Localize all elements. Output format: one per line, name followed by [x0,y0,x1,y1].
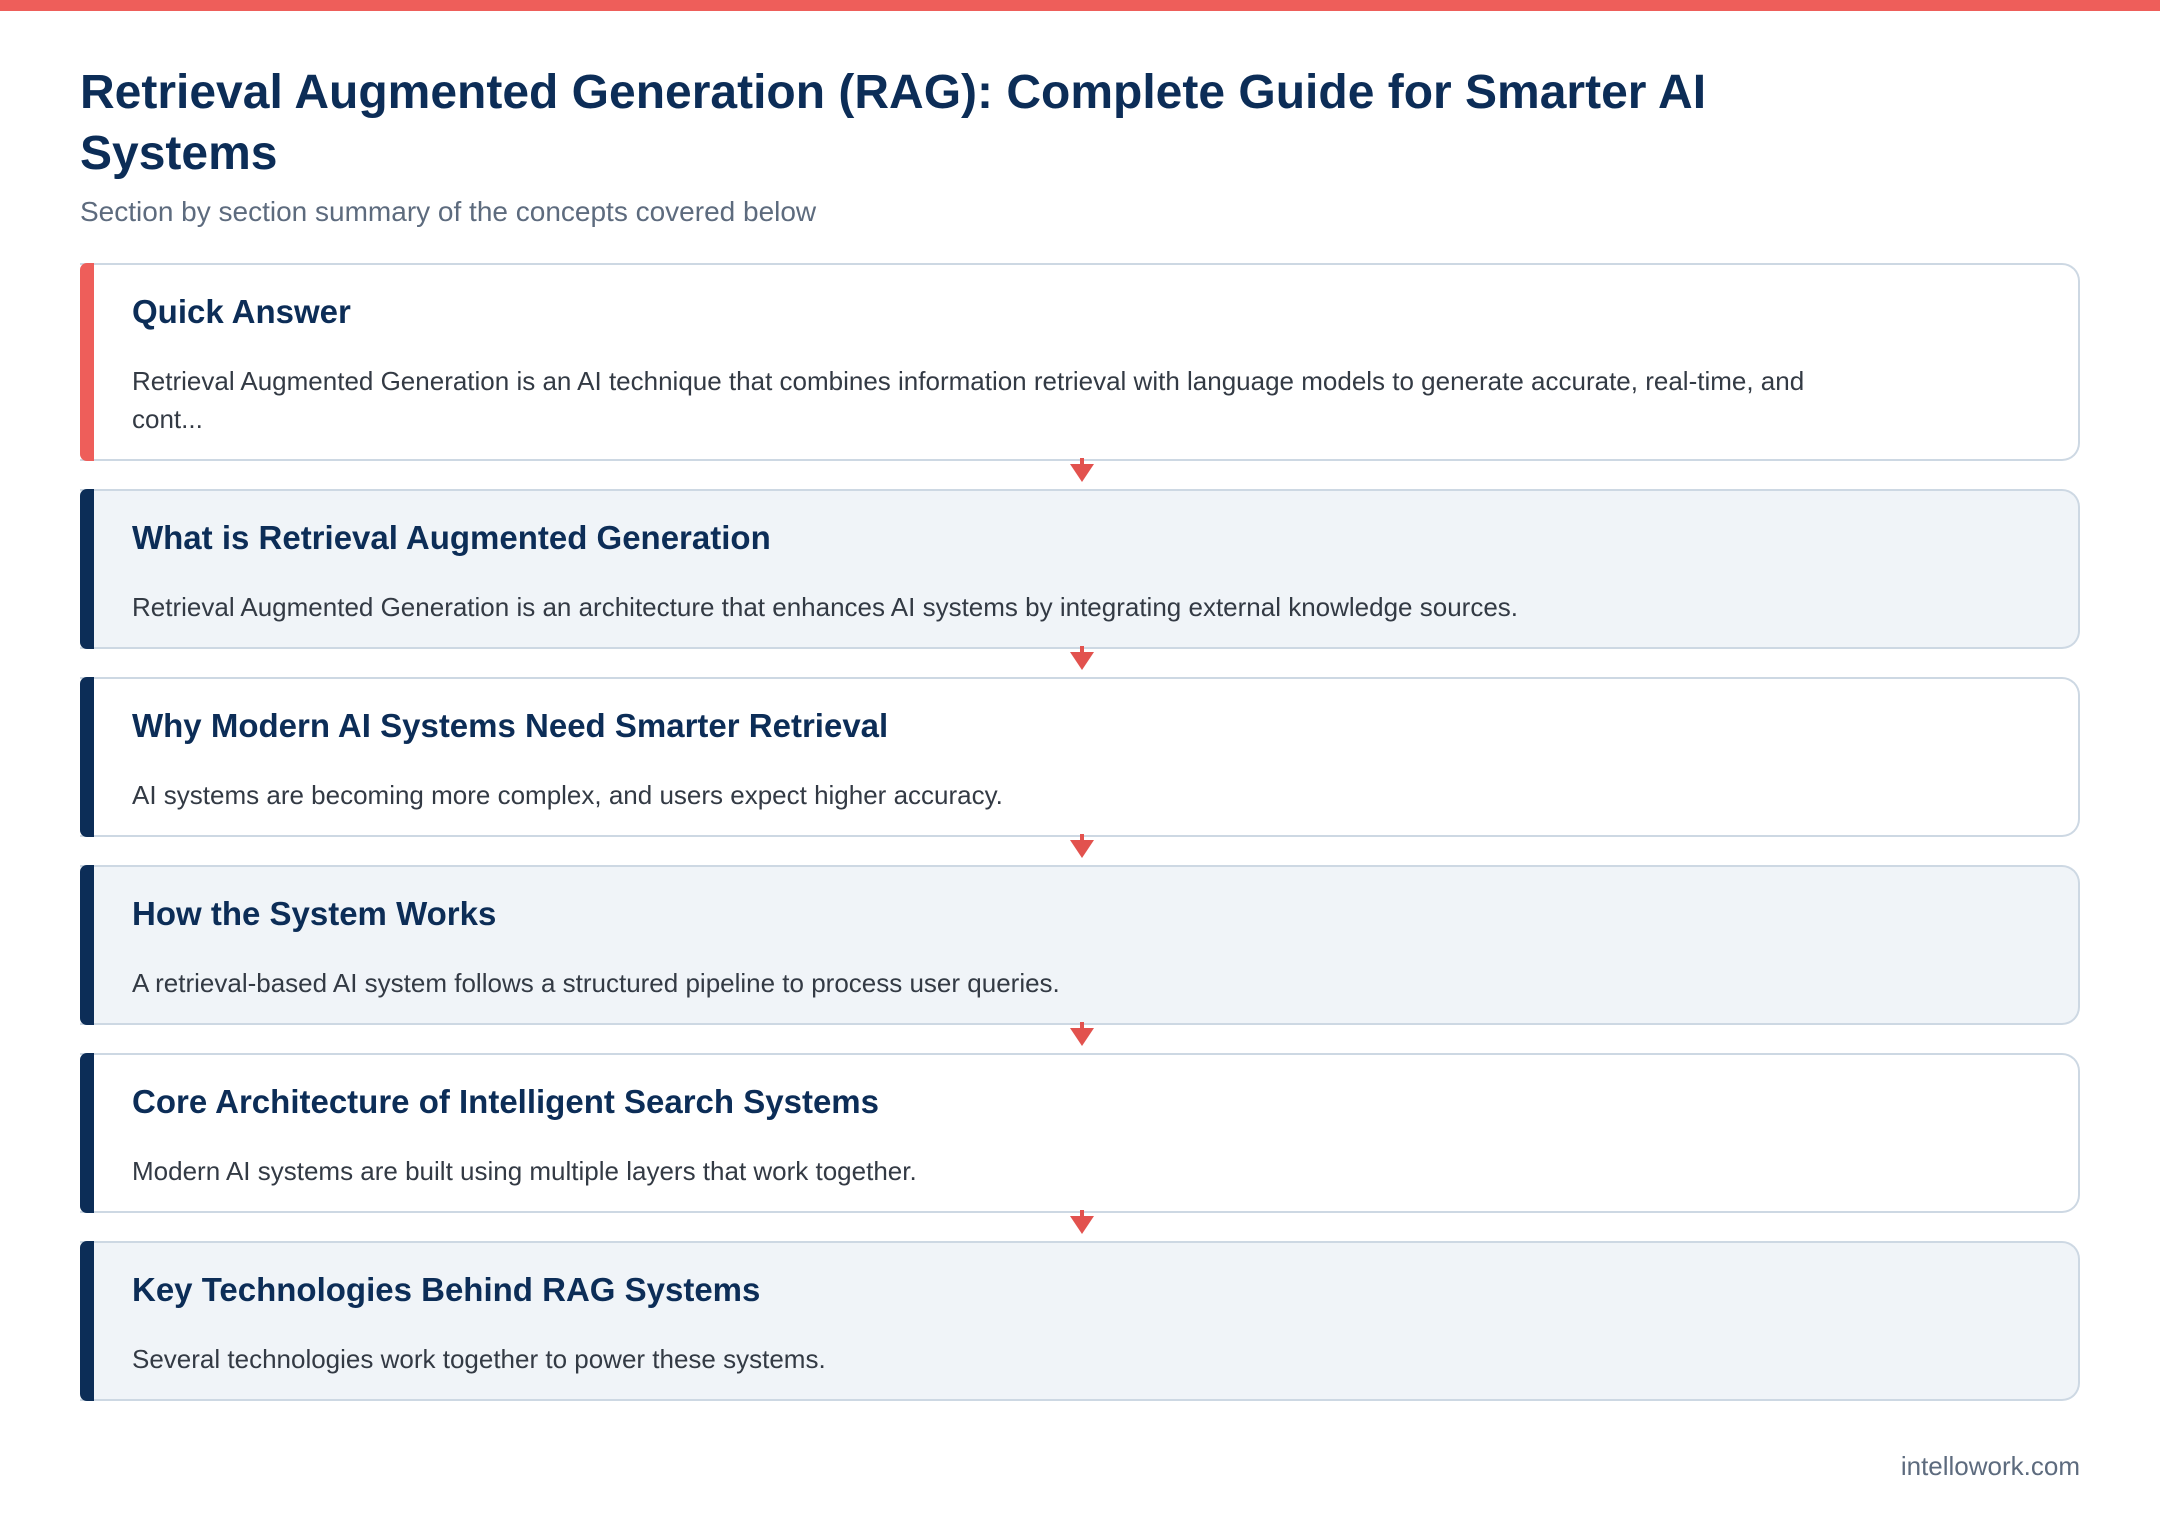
down-arrow-icon [1070,646,1094,670]
down-arrow-icon [1070,834,1094,858]
connector [80,458,2080,489]
card-accent-bar [80,1053,94,1213]
section-card-quick-answer: Quick Answer Retrieval Augmented Generat… [80,263,2080,461]
section-card-key-technologies: Key Technologies Behind RAG Systems Seve… [80,1241,2080,1401]
section-card-why-smarter-retrieval: Why Modern AI Systems Need Smarter Retri… [80,677,2080,837]
card-accent-bar [80,489,94,649]
section-title: Key Technologies Behind RAG Systems [132,1271,761,1308]
section-card-what-is-rag: What is Retrieval Augmented Generation R… [80,489,2080,649]
section-summary: Modern AI systems are built using multip… [132,1156,917,1186]
section-summary: Several technologies work together to po… [132,1344,826,1374]
section-card-how-it-works: How the System Works A retrieval-based A… [80,865,2080,1025]
top-accent-bar [0,0,2160,11]
footer-source: intellowork.com [1900,1451,2080,1481]
section-title: Core Architecture of Intelligent Search … [132,1083,879,1120]
section-title: Why Modern AI Systems Need Smarter Retri… [132,707,889,744]
connector [80,1022,2080,1053]
down-arrow-icon [1070,458,1094,482]
section-summary: A retrieval-based AI system follows a st… [132,968,1060,998]
section-title: How the System Works [132,895,497,932]
section-card-core-architecture: Core Architecture of Intelligent Search … [80,1053,2080,1213]
card-accent-bar [80,677,94,837]
card-accent-bar [80,865,94,1025]
section-summary: Retrieval Augmented Generation is an AI … [132,366,1805,434]
connector [80,1210,2080,1241]
section-summary: AI systems are becoming more complex, an… [132,780,1003,810]
down-arrow-icon [1070,1022,1094,1046]
section-title: Quick Answer [132,293,351,330]
section-title: What is Retrieval Augmented Generation [132,519,771,556]
section-list: Quick Answer Retrieval Augmented Generat… [80,263,2080,1401]
down-arrow-icon [1070,1210,1094,1234]
card-accent-bar [80,1241,94,1401]
page-header: Retrieval Augmented Generation (RAG): Co… [80,62,1780,230]
section-summary: Retrieval Augmented Generation is an arc… [132,592,1518,622]
page-subtitle: Section by section summary of the concep… [80,196,817,227]
card-accent-bar [80,263,94,461]
page-title: Retrieval Augmented Generation (RAG): Co… [80,66,1707,180]
connector [80,646,2080,677]
connector [80,834,2080,865]
